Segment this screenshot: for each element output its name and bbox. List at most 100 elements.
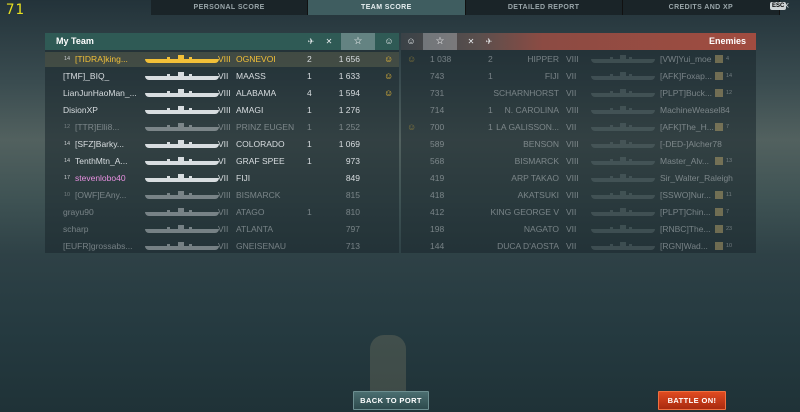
ship-tower [629,159,632,162]
enemy-row[interactable]: 743 1 FIJI VII [AFK]Foxap... 14 [401,69,756,84]
star-icon[interactable]: ☆ [423,33,457,50]
ship-name: BENSON [523,139,559,149]
ship-tower [189,227,192,230]
ship-tier: VII [566,224,577,234]
ship-tier: VIII [218,105,231,115]
ship-name: ATLANTA [236,224,273,234]
my-team-row[interactable]: LianJunHaoMan_... VIII ALABAMA 4 1 594 ☺ [45,86,399,101]
player-name: [TIDRA]king... [75,54,128,64]
tab-detailed-report[interactable]: DETAILED REPORT [466,0,623,15]
my-team-row[interactable]: scharp VII ATLANTA 797 [45,222,399,237]
enemy-row[interactable]: 418 AKATSUKI VIII [SSWO]Nur... 11 [401,188,756,203]
team-score: 1 069 [338,139,360,149]
rank-ribbon-icon [715,123,723,131]
rank-insignia-icon [742,122,750,132]
ship-tier: VIII [566,156,579,166]
fps-counter: 71 [6,2,25,18]
ship-tier: VIII [218,54,231,64]
tab-credits-and-xp[interactable]: CREDITS AND XP [623,0,780,15]
ship-tower [189,57,192,60]
kills-count: 1 [307,122,312,132]
ship-tower [178,72,184,77]
team-score: 1 594 [338,88,360,98]
my-team-row[interactable]: [EUFR]grossabs... VII GNEISENAU 713 [45,239,399,254]
player-name: TenthMtn_A... [75,156,128,166]
enemy-score: 589 [430,139,445,149]
my-team-row[interactable]: 10 [OWF]EAny... VIII BISMARCK 815 [45,188,399,203]
player-level: 10 [726,243,733,249]
ship-silhouette [591,55,655,63]
ship-tier: VIII [566,54,579,64]
ship-tower [629,125,632,128]
enemy-row[interactable]: 198 NAGATO VII [RNBC]The... 23 [401,222,756,237]
enemy-row[interactable]: 568 BISMARCK VIII Master_Alv... 13 [401,154,756,169]
ship-silhouette [145,208,219,216]
ship-tower [620,208,626,213]
ship-tier: VIII [566,190,579,200]
ship-tower [167,159,170,162]
team-score: 1 656 [338,54,360,64]
my-team-row[interactable]: 14 [SFZ]Barky... VII COLORADO 1 1 069 [45,137,399,152]
enemy-row[interactable]: ☺ 700 1 LA GALISSON... VII [AFK]The_H... 7 [401,120,756,135]
ship-tier: VII [218,224,229,234]
my-team-row[interactable]: 14 [TIDRA]king... VIII OGNEVOI 2 1 656 ☺ [45,52,399,67]
close-icon[interactable]: × [783,0,789,12]
enemies-header: ☺ ☆ ✕ ✈ Enemies [401,33,756,50]
ship-silhouette [145,55,219,63]
ship-name: ALABAMA [236,88,277,98]
my-team-row[interactable]: grayu90 VII ATAGO 1 810 [45,205,399,220]
player-level: 17 [64,175,71,181]
ship-tower [167,91,170,94]
battle-on-button[interactable]: BATTLE ON! [658,391,726,410]
enemy-score: 568 [430,156,445,166]
enemy-row[interactable]: 589 BENSON VIII [-DED-]Alcher78 [401,137,756,152]
ship-silhouette [145,225,219,233]
rank-insignia-icon [742,207,750,217]
back-to-port-button[interactable]: BACK TO PORT [353,391,429,410]
enemy-row[interactable]: 714 1 N. CAROLINA VIII MachineWeasel84 [401,103,756,118]
player-name: [AFK]The_H... [660,122,714,132]
rank-insignia-icon [742,88,750,98]
ship-tower [610,125,613,128]
ship-name: BISMARCK [236,190,281,200]
enemy-score: 731 [430,88,445,98]
ship-name: LA GALISSON... [496,122,559,132]
ship-name: SCHARNHORST [493,88,559,98]
ship-silhouette [591,174,655,182]
ship-tower [610,210,613,213]
ship-name: NAGATO [523,224,559,234]
enemy-row[interactable]: 412 KING GEORGE V VII [PLPT]Chin... 7 [401,205,756,220]
plane-icon: ✈ [307,37,315,46]
ship-tower [629,176,632,179]
kills-count: 1 [488,122,493,132]
ship-tower [189,142,192,145]
enemy-row[interactable]: 144 DUCA D'AOSTA VII [RGN]Wad... 10 [401,239,756,254]
my-team-row[interactable]: 12 [TTR]Elli8... VIII PRINZ EUGEN 1 1 252 [45,120,399,135]
enemy-score: 198 [430,224,445,234]
my-team-row[interactable]: 14 TenthMtn_A... VI GRAF SPEE 1 973 [45,154,399,169]
player-name: [RNBC]The... [660,224,711,234]
ship-tier: VII [218,207,229,217]
team-score: 973 [345,156,360,166]
my-team-row[interactable]: [TMF]_BIQ_ VII MAASS 1 1 633 ☺ [45,69,399,84]
ship-tier: VII [566,122,577,132]
my-team-row[interactable]: 17 stevenlobo40 VII FIJI 849 [45,171,399,186]
ship-tower [629,227,632,230]
rank-insignia-icon [742,71,750,81]
enemy-row[interactable]: 419 ARP TAKAO VIII Sir_Walter_Raleigh [401,171,756,186]
star-icon[interactable]: ☆ [341,33,375,50]
rank-ribbon-icon [715,191,723,199]
ship-tower [167,74,170,77]
tab-team-score[interactable]: TEAM SCORE [308,0,466,15]
player-name: [EUFR]grossabs... [63,241,133,251]
tab-personal-score[interactable]: PERSONAL SCORE [151,0,309,15]
enemy-row[interactable]: 731 SCHARNHORST VII [PLPT]Buck... 12 [401,86,756,101]
ship-tier: VII [566,207,577,217]
ship-tier: VII [218,71,229,81]
my-team-row[interactable]: DisionXP VIII AMAGI 1 1 276 [45,103,399,118]
enemy-row[interactable]: ☺ 1 038 2 HIPPER VIII [VW]Yui_moe 4 [401,52,756,67]
player-level: 14 [64,158,71,164]
ship-name: MAASS [236,71,266,81]
ship-tower [629,74,632,77]
ship-tower [610,57,613,60]
